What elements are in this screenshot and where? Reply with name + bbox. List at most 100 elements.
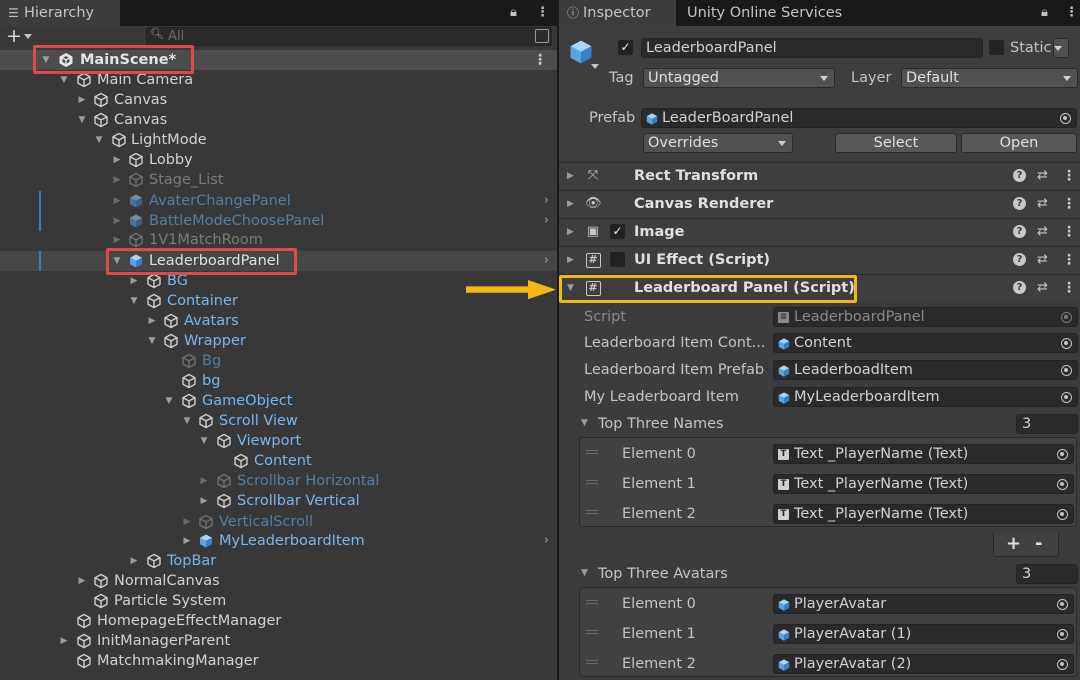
collapse-arrow-icon[interactable]: ▶ xyxy=(76,90,88,110)
hierarchy-row[interactable]: ▶ MyLeaderboardItem › xyxy=(0,531,557,551)
active-checkbox[interactable]: ✓ xyxy=(618,40,633,55)
list-item[interactable]: Element 2 PlayerAvatar (2) xyxy=(580,650,1076,680)
scene-menu-icon[interactable]: ⋮ xyxy=(533,50,547,70)
list-item[interactable]: Element 0 T Text _PlayerName (Text) xyxy=(580,440,1076,470)
overrides-dropdown[interactable]: Overrides xyxy=(643,133,793,153)
list-item[interactable]: Element 1 PlayerAvatar (1) xyxy=(580,620,1076,650)
element-field[interactable]: PlayerAvatar (2) xyxy=(773,654,1074,674)
hierarchy-row[interactable]: ▼ LightMode xyxy=(0,130,557,150)
tab-inspector[interactable]: ⓘ Inspector xyxy=(559,0,676,26)
open-button[interactable]: Open xyxy=(961,133,1077,153)
hierarchy-row[interactable]: ▶ BattleModeChoosePanel › xyxy=(0,211,557,231)
top-names-size-field[interactable]: 3 xyxy=(1016,414,1078,434)
collapse-arrow-icon[interactable]: ▶ xyxy=(111,211,123,231)
open-prefab-icon[interactable]: › xyxy=(544,531,549,551)
collapse-arrow-icon[interactable]: ▶ xyxy=(567,219,574,245)
collapse-arrow-icon[interactable]: ▶ xyxy=(567,247,574,273)
drag-handle-icon[interactable] xyxy=(586,600,598,604)
open-prefab-icon[interactable]: › xyxy=(544,251,549,271)
component-image[interactable]: ▶ ▣ ✓ Image ? ⇄ ⋮ xyxy=(559,218,1080,245)
object-picker-icon[interactable] xyxy=(1057,509,1068,520)
hierarchy-row[interactable]: ▶ Stage_List xyxy=(0,170,557,190)
help-icon[interactable]: ? xyxy=(1013,197,1026,210)
lock-icon[interactable]: 🔒︎ xyxy=(1041,0,1048,26)
hierarchy-row[interactable]: Content xyxy=(0,451,557,471)
select-button[interactable]: Select xyxy=(835,133,957,153)
hierarchy-row[interactable]: Bg xyxy=(0,351,557,371)
collapse-arrow-icon[interactable]: ▶ xyxy=(128,551,140,571)
collapse-arrow-icon[interactable]: ▶ xyxy=(198,471,210,491)
collapse-arrow-icon[interactable]: ▶ xyxy=(567,163,574,189)
collapse-arrow-icon[interactable]: ▶ xyxy=(146,311,158,331)
hierarchy-row[interactable]: ▼ GameObject xyxy=(0,391,557,411)
component-menu-icon[interactable]: ⋮ xyxy=(1062,275,1076,301)
object-picker-icon[interactable] xyxy=(1057,629,1068,640)
component-menu-icon[interactable]: ⋮ xyxy=(1062,191,1076,217)
hierarchy-row[interactable]: ▶ TopBar xyxy=(0,551,557,571)
hierarchy-row[interactable]: ▶ 1V1MatchRoom xyxy=(0,230,557,250)
expand-arrow-icon[interactable]: ▼ xyxy=(128,291,140,311)
collapse-arrow-icon[interactable]: ▶ xyxy=(111,170,123,190)
drag-handle-icon[interactable] xyxy=(586,630,598,634)
hierarchy-row[interactable]: ▶ Scrollbar Vertical xyxy=(0,491,557,511)
component-menu-icon[interactable]: ⋮ xyxy=(1062,219,1076,245)
object-picker-icon[interactable] xyxy=(1057,449,1068,460)
preset-icon[interactable]: ⇄ xyxy=(1037,163,1048,189)
hierarchy-row[interactable]: ▼ Canvas xyxy=(0,110,557,130)
hierarchy-row[interactable]: bg xyxy=(0,371,557,391)
collapse-arrow-icon[interactable]: ▶ xyxy=(111,230,123,250)
enabled-checkbox[interactable] xyxy=(610,252,625,267)
icon-dropdown-icon[interactable] xyxy=(591,64,599,69)
hierarchy-row[interactable]: ▶ VerticalScroll xyxy=(0,512,557,532)
expand-arrow-icon[interactable]: ▼ xyxy=(146,331,158,351)
top-avatars-size-field[interactable]: 3 xyxy=(1016,564,1078,584)
list-item[interactable]: Element 2 T Text _PlayerName (Text) xyxy=(580,500,1076,530)
open-prefab-icon[interactable]: › xyxy=(544,211,549,231)
hierarchy-row[interactable]: HomepageEffectManager xyxy=(0,611,557,631)
element-field[interactable]: T Text _PlayerName (Text) xyxy=(773,444,1074,464)
component-menu-icon[interactable]: ⋮ xyxy=(1062,247,1076,273)
preset-icon[interactable]: ⇄ xyxy=(1037,275,1048,301)
object-picker-icon[interactable] xyxy=(1061,338,1072,349)
list-item[interactable]: Element 1 T Text _PlayerName (Text) xyxy=(580,470,1076,500)
object-name-field[interactable]: LeaderboardPanel xyxy=(641,38,983,58)
collapse-arrow-icon[interactable]: ▶ xyxy=(181,512,193,532)
hierarchy-row[interactable]: MatchmakingManager xyxy=(0,651,557,671)
collapse-arrow-icon[interactable]: ▶ xyxy=(567,191,574,217)
static-dropdown[interactable] xyxy=(1053,38,1069,58)
element-field[interactable]: T Text _PlayerName (Text) xyxy=(773,504,1074,524)
preset-icon[interactable]: ⇄ xyxy=(1037,247,1048,273)
expand-arrow-icon[interactable]: ▼ xyxy=(93,130,105,150)
hierarchy-row[interactable]: ▶ AvaterChangePanel › xyxy=(0,191,557,211)
item-content-field[interactable]: Content xyxy=(773,333,1078,353)
expand-arrow-icon[interactable]: ▼ xyxy=(76,110,88,130)
element-field[interactable]: PlayerAvatar (1) xyxy=(773,624,1074,644)
object-picker-icon[interactable] xyxy=(1057,479,1068,490)
list-remove-button[interactable]: - xyxy=(1035,533,1042,555)
hierarchy-search-input[interactable]: 🔍︎ All xyxy=(146,27,552,46)
hierarchy-row[interactable]: ▼ Wrapper xyxy=(0,331,557,351)
hierarchy-row[interactable]: Particle System xyxy=(0,591,557,611)
hierarchy-row[interactable]: ▶ Lobby xyxy=(0,150,557,170)
drag-handle-icon[interactable] xyxy=(586,480,598,484)
more-options-icon[interactable]: ⋮ xyxy=(536,0,549,26)
collapse-arrow-icon[interactable]: ▶ xyxy=(111,150,123,170)
static-checkbox[interactable] xyxy=(989,40,1004,55)
create-dropdown-icon[interactable] xyxy=(24,34,32,39)
expand-arrow-icon[interactable]: ▼ xyxy=(581,413,588,433)
collapse-arrow-icon[interactable]: ▶ xyxy=(76,571,88,591)
hierarchy-row[interactable]: ▶ InitManagerParent xyxy=(0,631,557,651)
collapse-arrow-icon[interactable]: ▶ xyxy=(58,631,70,651)
component-canvas-renderer[interactable]: ▶ 👁︎ Canvas Renderer ? ⇄ ⋮ xyxy=(559,190,1080,217)
my-item-field[interactable]: MyLeaderboardItem xyxy=(773,387,1078,407)
create-button[interactable]: + xyxy=(6,26,22,48)
collapse-arrow-icon[interactable]: ▶ xyxy=(111,191,123,211)
list-item[interactable]: Element 0 PlayerAvatar xyxy=(580,590,1076,620)
hierarchy-row[interactable]: ▶ Scrollbar Horizontal xyxy=(0,471,557,491)
component-rect-transform[interactable]: ▶ ⤧ Rect Transform ? ⇄ ⋮ xyxy=(559,162,1080,189)
tab-hierarchy[interactable]: ☰ Hierarchy xyxy=(0,0,120,26)
help-icon[interactable]: ? xyxy=(1013,169,1026,182)
preset-icon[interactable]: ⇄ xyxy=(1037,219,1048,245)
collapse-arrow-icon[interactable]: ▶ xyxy=(181,531,193,551)
list-add-button[interactable]: + xyxy=(1006,533,1021,555)
